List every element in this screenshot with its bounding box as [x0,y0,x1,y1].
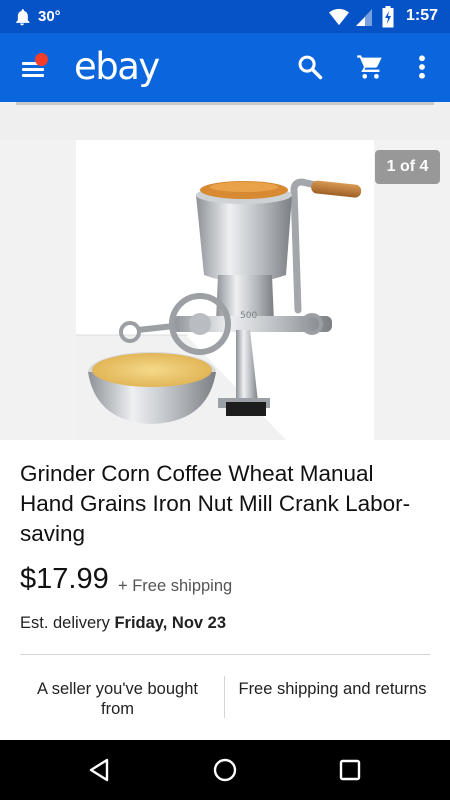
temperature: 30° [38,8,61,25]
search-strip [0,102,450,140]
menu-icon[interactable] [20,53,52,83]
price: $17.99 [20,563,109,595]
search-icon[interactable] [296,53,324,81]
shipping-info: + Free shipping [118,577,233,595]
battery-charging-icon [382,6,394,28]
divider [20,654,430,655]
notification-badge [35,53,48,66]
bell-icon [16,9,30,26]
wifi-icon [329,8,349,26]
more-vert-icon[interactable] [408,53,436,81]
ebay-logo[interactable]: ebay [74,45,160,88]
svg-text:500: 500 [240,311,257,321]
signal-icon [356,9,372,26]
listing-title: Grinder Corn Coffee Wheat Manual Hand Gr… [20,461,411,546]
clock: 1:57 [406,7,439,24]
grinder-image: 500 [76,178,362,440]
back-icon[interactable] [86,757,112,783]
feature-divider [224,676,225,718]
image-gallery[interactable]: 500 1 of 4 [0,140,450,440]
delivery-estimate: Est. delivery Friday, Nov 23 [20,614,226,633]
free-shipping-returns-feature: Free shipping and returns [238,680,427,698]
app-bar: ebay [0,33,450,102]
delivery-date: Friday, Nov 23 [114,614,227,632]
seller-history-feature: A seller you've bought from [37,680,198,718]
navigation-bar [0,740,450,800]
recents-icon[interactable] [337,757,363,783]
product-photo[interactable]: 500 [76,140,374,440]
delivery-label: Est. delivery [20,614,110,632]
image-counter: 1 of 4 [375,150,440,184]
status-bar: 30° 1:57 [0,0,450,33]
search-box-edge [16,102,434,105]
cart-icon[interactable] [356,53,384,81]
home-icon[interactable] [212,757,238,783]
